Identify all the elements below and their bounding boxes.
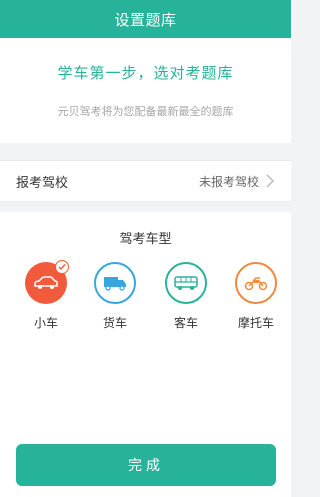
vehicle-type-heading: 驾考车型: [119, 232, 172, 247]
car-icon-circle: [25, 260, 69, 304]
car-icon: [34, 276, 58, 289]
intro-headline: 学车第一步，选对考题库: [57, 64, 234, 82]
top-bar: 设置题库: [0, 0, 291, 38]
driving-school-row[interactable]: 报考驾校 未报考驾校: [0, 160, 291, 202]
intro-subtitle: 元贝驾考将为您配备最新最全的题库: [57, 105, 234, 118]
vehicle-label-truck: 货车: [102, 316, 127, 330]
vehicle-option-motorcycle[interactable]: 摩托车: [226, 262, 286, 331]
vehicle-option-truck[interactable]: 货车: [85, 262, 145, 331]
motorcycle-icon-circle: [235, 262, 277, 304]
done-button-label: 完成: [128, 458, 164, 474]
driving-school-label: 报考驾校: [16, 175, 69, 191]
vehicle-option-bus[interactable]: 客车: [156, 262, 216, 331]
selected-check-icon: [55, 260, 69, 274]
chevron-right-icon: [266, 174, 275, 188]
bus-icon-circle: [165, 262, 207, 304]
bus-icon: [174, 276, 198, 290]
done-button[interactable]: 完成: [16, 444, 276, 486]
intro-panel: 学车第一步，选对考题库 元贝驾考将为您配备最新最全的题库: [0, 38, 291, 143]
driving-school-value: 未报考驾校: [198, 174, 259, 189]
vehicle-label-car: 小车: [33, 316, 58, 330]
vehicle-option-car[interactable]: 小车: [16, 260, 76, 331]
truck-icon: [104, 277, 126, 291]
vehicle-label-motorcycle: 摩托车: [237, 316, 274, 330]
truck-icon-circle: [94, 262, 136, 304]
driving-school-value-group: 未报考驾校: [199, 173, 275, 190]
page-title: 设置题库: [114, 10, 177, 29]
motorcycle-icon: [244, 277, 268, 291]
vehicle-label-bus: 客车: [173, 316, 198, 330]
